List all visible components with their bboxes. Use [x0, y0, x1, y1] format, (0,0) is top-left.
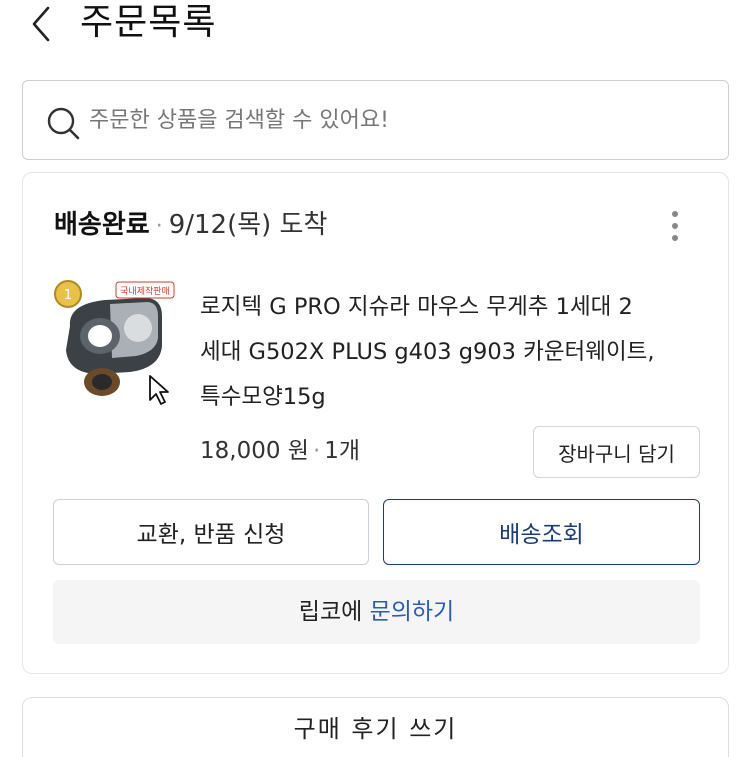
search-input[interactable]	[89, 95, 709, 145]
search-icon	[47, 107, 80, 140]
seller-inquiry-button[interactable]: 립코에 문의하기	[53, 580, 700, 644]
product-thumbnail[interactable]: 1 국내제작판매	[50, 276, 180, 411]
exchange-return-button[interactable]: 교환, 반품 신청	[53, 499, 369, 565]
back-button[interactable]	[24, 2, 64, 46]
more-vertical-icon	[672, 211, 678, 217]
write-review-label: 구매 후기 쓰기	[293, 715, 458, 743]
inquiry-link[interactable]: 문의하기	[370, 599, 455, 625]
thumbnail-label: 국내제작판매	[120, 286, 170, 297]
order-card: 배송완료 · 9/12(목) 도착 1 국내제작판매 로지텍 G PRO 지슈라 마…	[22, 172, 729, 674]
thumbnail-badge: 1	[64, 288, 72, 303]
product-name[interactable]: 로지텍 G PRO 지슈라 마우스 무게추 1세대 2 세대 G502X PLU…	[200, 285, 710, 420]
more-options-button[interactable]	[663, 209, 687, 243]
product-quantity: 1개	[324, 438, 361, 464]
arrival-date: 9/12(목) 도착	[168, 210, 328, 240]
product-name-line-1: 로지텍 G PRO 지슈라 마우스 무게추 1세대 2	[200, 294, 633, 320]
price-line: 18,000 원 · 1개	[200, 435, 360, 467]
top-header: 주문목록	[0, 0, 750, 60]
separator-dot: ·	[312, 438, 321, 464]
page-title: 주문목록	[80, 2, 217, 43]
order-status-line: 배송완료 · 9/12(목) 도착	[54, 207, 327, 245]
track-delivery-button[interactable]: 배송조회	[383, 499, 700, 565]
seller-name: 립코에	[298, 599, 363, 625]
product-name-line-3: 특수모양15g	[200, 384, 326, 410]
add-to-cart-button[interactable]: 장바구니 담기	[533, 426, 700, 478]
write-review-button[interactable]: 구매 후기 쓰기	[22, 697, 729, 757]
product-price: 18,000 원	[200, 438, 309, 464]
product-name-line-2: 세대 G502X PLUS g403 g903 카운터웨이트,	[200, 339, 655, 365]
delivery-status: 배송완료	[54, 210, 150, 240]
separator-dot: ·	[155, 214, 163, 239]
search-bar[interactable]	[22, 80, 729, 160]
chevron-left-icon[interactable]	[24, 2, 64, 46]
